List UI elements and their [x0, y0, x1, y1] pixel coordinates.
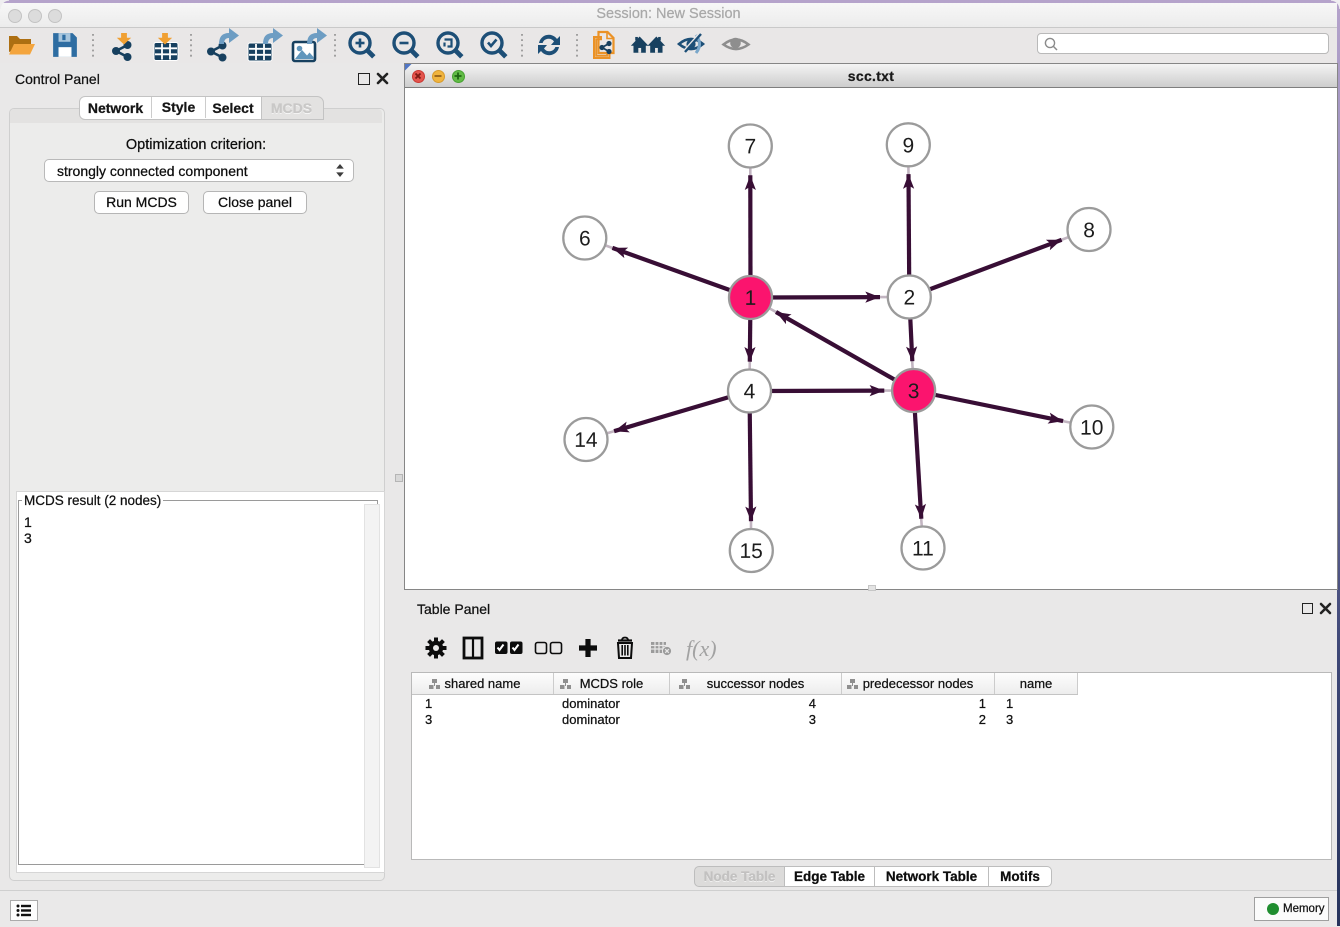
svg-text:1: 1 [745, 287, 757, 310]
svg-text:f(x): f(x) [686, 636, 717, 661]
svg-text:2: 2 [903, 287, 915, 310]
svg-text:6: 6 [579, 227, 591, 250]
svg-text:7: 7 [745, 135, 757, 158]
svg-text:3: 3 [908, 380, 920, 403]
svg-text:10: 10 [1080, 417, 1103, 440]
svg-text:14: 14 [574, 429, 598, 452]
svg-text:4: 4 [744, 380, 756, 403]
svg-text:11: 11 [912, 538, 934, 561]
svg-text:15: 15 [740, 540, 763, 563]
svg-text:9: 9 [903, 134, 915, 157]
svg-text:8: 8 [1083, 219, 1095, 242]
